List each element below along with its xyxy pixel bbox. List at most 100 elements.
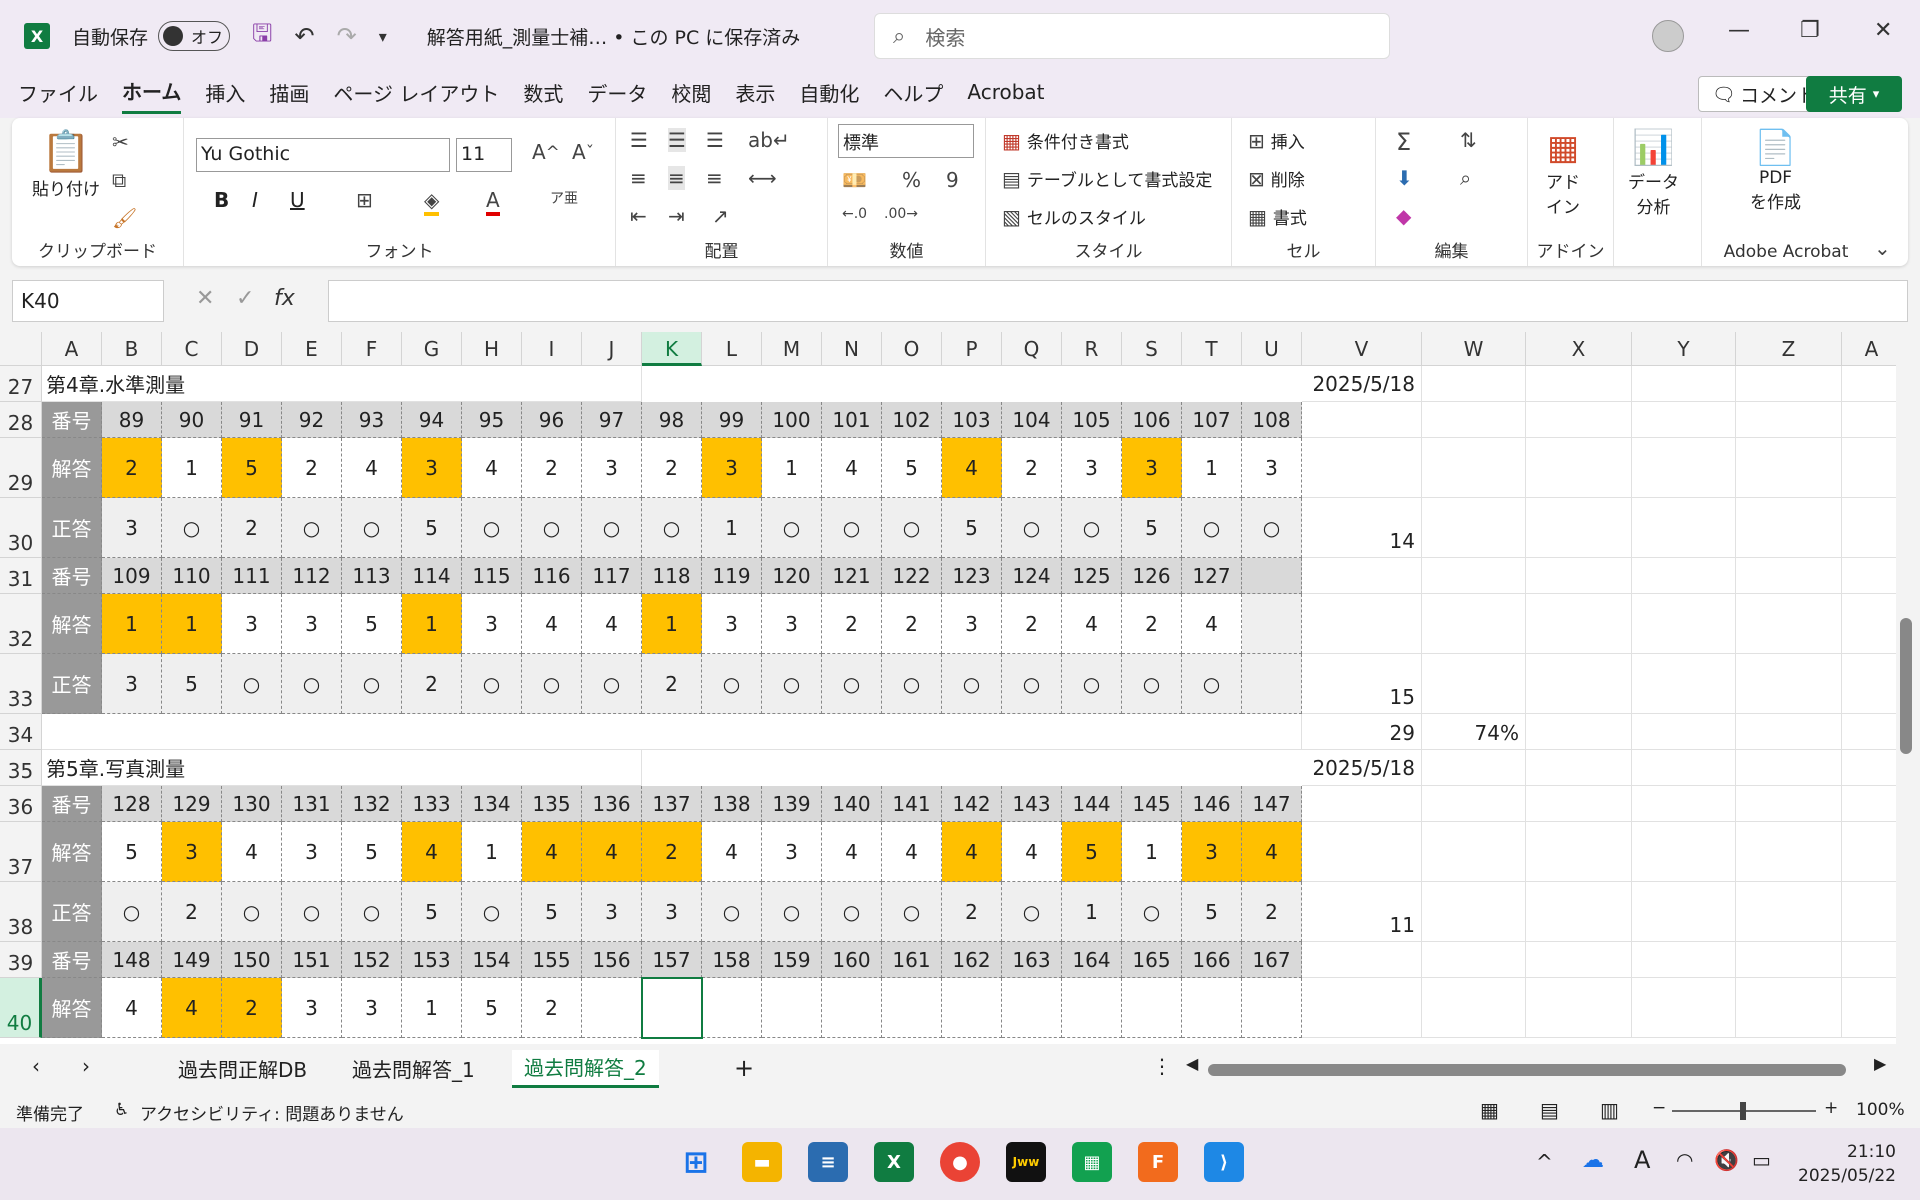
- answer-cell[interactable]: 2: [222, 978, 282, 1038]
- empty-cell[interactable]: [1736, 882, 1842, 942]
- row-label-cell[interactable]: 正答: [42, 654, 102, 714]
- account-avatar[interactable]: [1652, 20, 1684, 52]
- row-header[interactable]: 33: [0, 654, 42, 714]
- empty-cell[interactable]: [1302, 822, 1422, 882]
- answer-cell[interactable]: 115: [462, 558, 522, 594]
- row-header[interactable]: 38: [0, 882, 42, 942]
- answer-cell[interactable]: 163: [1002, 942, 1062, 978]
- empty-cell[interactable]: [1736, 942, 1842, 978]
- answer-cell[interactable]: ○: [882, 498, 942, 558]
- tab-view[interactable]: 表示: [735, 78, 775, 113]
- answer-cell[interactable]: 93: [342, 402, 402, 438]
- column-header[interactable]: V: [1302, 332, 1422, 366]
- answer-cell[interactable]: 160: [822, 942, 882, 978]
- number-format-select[interactable]: 標準: [838, 124, 974, 158]
- row-label-cell[interactable]: 番号: [42, 402, 102, 438]
- answer-cell[interactable]: [582, 978, 642, 1038]
- empty-cell[interactable]: [1842, 366, 1902, 402]
- score-cell[interactable]: 15: [1302, 654, 1422, 714]
- answer-cell[interactable]: 5: [342, 822, 402, 882]
- answer-cell[interactable]: 108: [1242, 402, 1302, 438]
- answer-cell[interactable]: 5: [462, 978, 522, 1038]
- orientation-icon[interactable]: ↗: [712, 204, 729, 228]
- row-header[interactable]: 28: [0, 402, 42, 438]
- answer-cell[interactable]: 124: [1002, 558, 1062, 594]
- empty-cell[interactable]: [1842, 438, 1902, 498]
- answer-cell[interactable]: 166: [1182, 942, 1242, 978]
- ime-icon[interactable]: A: [1634, 1146, 1650, 1174]
- answer-cell[interactable]: 96: [522, 402, 582, 438]
- document-title[interactable]: 解答用紙_測量士補… • この PC に保存済み: [427, 23, 801, 50]
- empty-cell[interactable]: [1632, 594, 1736, 654]
- page-layout-view-icon[interactable]: ▤: [1540, 1098, 1559, 1122]
- answer-cell[interactable]: ○: [1182, 654, 1242, 714]
- decrease-font-icon[interactable]: Aˇ: [572, 140, 594, 164]
- answer-cell[interactable]: 146: [1182, 786, 1242, 822]
- empty-cell[interactable]: [1302, 978, 1422, 1038]
- empty-cell[interactable]: [1526, 882, 1632, 942]
- empty-cell[interactable]: [1842, 942, 1902, 978]
- empty-cell[interactable]: [1842, 714, 1902, 750]
- empty-cell[interactable]: [1422, 558, 1526, 594]
- column-header[interactable]: T: [1182, 332, 1242, 366]
- jww-icon[interactable]: Jww: [1006, 1142, 1046, 1182]
- column-header[interactable]: F: [342, 332, 402, 366]
- volume-muted-icon[interactable]: 🔇: [1714, 1148, 1739, 1172]
- comma-style-icon[interactable]: 9: [946, 168, 959, 192]
- answer-cell[interactable]: ○: [462, 498, 522, 558]
- answer-cell[interactable]: ○: [702, 654, 762, 714]
- align-right-icon[interactable]: ≡: [706, 166, 723, 190]
- empty-cell[interactable]: [1526, 366, 1632, 402]
- empty-cell[interactable]: [1302, 594, 1422, 654]
- answer-cell[interactable]: 112: [282, 558, 342, 594]
- more-options-icon[interactable]: ⋮: [1152, 1054, 1172, 1078]
- answer-cell[interactable]: ○: [1062, 654, 1122, 714]
- answer-cell[interactable]: 119: [702, 558, 762, 594]
- column-header[interactable]: Z: [1736, 332, 1842, 366]
- empty-cell[interactable]: [1526, 402, 1632, 438]
- answer-cell[interactable]: ○: [762, 882, 822, 942]
- merge-center-icon[interactable]: ⟷: [748, 166, 777, 190]
- row-header[interactable]: 32: [0, 594, 42, 654]
- select-all-corner[interactable]: [0, 332, 42, 366]
- page-break-view-icon[interactable]: ▥: [1600, 1098, 1619, 1122]
- tab-insert[interactable]: 挿入: [205, 78, 245, 113]
- answer-cell[interactable]: 4: [882, 822, 942, 882]
- answer-cell[interactable]: 5: [402, 498, 462, 558]
- answer-cell[interactable]: 2: [162, 882, 222, 942]
- answer-cell[interactable]: 2: [222, 498, 282, 558]
- answer-cell[interactable]: 4: [582, 594, 642, 654]
- row-header[interactable]: 37: [0, 822, 42, 882]
- answer-cell[interactable]: ○: [1182, 498, 1242, 558]
- answer-cell[interactable]: 3: [1242, 438, 1302, 498]
- sort-filter-icon[interactable]: ⇅: [1460, 128, 1477, 152]
- empty-cell[interactable]: [1422, 498, 1526, 558]
- autosum-icon[interactable]: Σ: [1396, 128, 1411, 156]
- column-header[interactable]: G: [402, 332, 462, 366]
- empty-cell[interactable]: [1422, 366, 1526, 402]
- customize-qat-icon[interactable]: ▾: [379, 27, 387, 46]
- answer-cell[interactable]: 122: [882, 558, 942, 594]
- sheet-tab-db[interactable]: 過去問正解DB: [178, 1054, 307, 1083]
- empty-cell[interactable]: [1842, 558, 1902, 594]
- empty-cell[interactable]: [1302, 558, 1422, 594]
- answer-cell[interactable]: 2: [1002, 594, 1062, 654]
- paste-button[interactable]: 📋 貼り付け: [32, 128, 100, 200]
- empty-cell[interactable]: [1632, 366, 1736, 402]
- answer-cell[interactable]: 111: [222, 558, 282, 594]
- row-header[interactable]: 36: [0, 786, 42, 822]
- empty-cell[interactable]: [1526, 714, 1632, 750]
- answer-cell[interactable]: 114: [402, 558, 462, 594]
- sheet-tab-answer-1[interactable]: 過去問解答_1: [352, 1054, 475, 1083]
- answer-cell[interactable]: 2: [522, 978, 582, 1038]
- empty-cell[interactable]: [1736, 714, 1842, 750]
- increase-indent-icon[interactable]: ⇥: [668, 204, 685, 228]
- cell-styles-button[interactable]: ▧ セルのスタイル: [1002, 204, 1146, 230]
- answer-cell[interactable]: 5: [1182, 882, 1242, 942]
- column-header[interactable]: O: [882, 332, 942, 366]
- empty-cell[interactable]: [1632, 402, 1736, 438]
- answer-cell[interactable]: ○: [462, 882, 522, 942]
- tab-home[interactable]: ホーム: [122, 76, 182, 114]
- answer-cell[interactable]: 95: [462, 402, 522, 438]
- answer-cell[interactable]: ○: [462, 654, 522, 714]
